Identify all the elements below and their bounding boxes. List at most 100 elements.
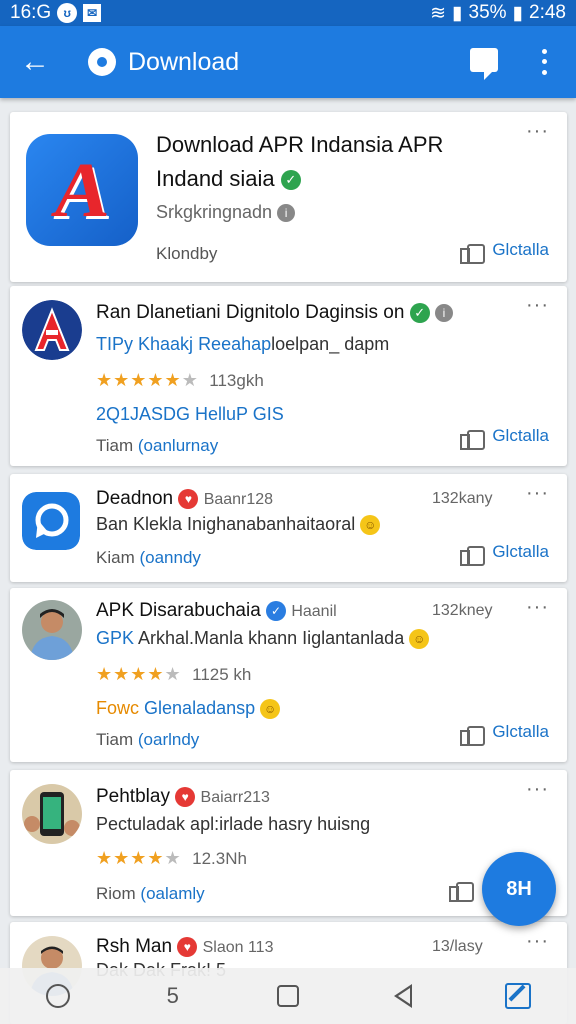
status-time-right: 2:48 [529, 2, 566, 23]
post-footer-link[interactable]: (oanndy [139, 548, 200, 567]
rating-count: 113gkh [209, 371, 264, 390]
post-meta: Baiarr213 [200, 789, 270, 806]
post-time: 13/lasy [432, 938, 483, 955]
post-link[interactable]: Glenaladansp [144, 698, 255, 718]
info-icon: i [434, 303, 453, 322]
post-card[interactable]: ··· Deadnon ♥ Baanr128 132kany Ban Klekl… [10, 474, 567, 582]
avatar [22, 784, 82, 844]
status-bar: 16:G ʊ ✉ ≋ ▮ 35% ▮ 2:48 [0, 0, 576, 26]
hero-title-line1: Download APR Indansia APR [156, 132, 444, 157]
back-triangle-icon [394, 984, 413, 1008]
post-body: Pectuladak apl:irlade hasry huisng [96, 814, 371, 834]
like-button[interactable]: Glctalla [460, 426, 549, 450]
chat-bubble-icon [45, 984, 70, 1008]
bottom-nav-bar: 5 [0, 968, 576, 1024]
nav-recents-button[interactable] [258, 976, 318, 1016]
avatar [22, 600, 82, 660]
hero-title-line2: Indand siaia [156, 166, 275, 191]
nav-edit-button[interactable] [488, 976, 548, 1016]
edit-icon [505, 983, 532, 1009]
card-menu-icon[interactable]: ··· [526, 295, 549, 315]
smile-emoji-icon: ☺ [260, 699, 281, 720]
wifi-icon: ≋ [430, 2, 447, 24]
thumbs-up-icon [460, 240, 486, 264]
smile-emoji-icon: ☺ [409, 629, 430, 650]
post-footer-label: Kiam [96, 548, 135, 567]
post-footer-link[interactable]: (oanlurnay [138, 436, 218, 455]
like-label: Glctalla [492, 722, 549, 741]
thumbs-up-icon [449, 878, 474, 902]
heart-badge-icon: ♥ [177, 936, 198, 957]
heart-badge-icon: ♥ [178, 488, 199, 509]
post-card[interactable]: ··· Ran Dlanetiani Dignitolo Daginsis on… [10, 286, 567, 466]
star-rating: ★★★★★★ [96, 370, 199, 390]
status-time-left: 16:G [10, 2, 52, 23]
thumbs-up-icon [460, 426, 486, 450]
post-footer-label: Riom [96, 884, 136, 903]
app-logo: A [26, 134, 138, 246]
post-title: Rsh Man [96, 936, 173, 957]
compose-fab-button[interactable]: 8H [482, 852, 556, 926]
hero-footer: Klondby [156, 244, 218, 263]
like-button[interactable] [449, 878, 474, 902]
post-body: Arkhal.Manla khann Iiglantanlada [138, 628, 405, 648]
post-tag[interactable]: TIPy Khaakj [96, 334, 193, 354]
post-card[interactable]: ··· APK Disarabuchaia ✓ Haanil 132kney G… [10, 588, 567, 762]
thumbs-up-icon [460, 722, 486, 746]
post-footer-link[interactable]: (oarlndy [138, 730, 199, 749]
back-arrow-icon[interactable]: ← [0, 26, 70, 98]
avatar [22, 492, 80, 550]
star-rating: ★★★★★ [96, 848, 182, 868]
nav-back-button[interactable] [373, 976, 433, 1016]
app-bar: ← Download [0, 26, 576, 98]
verified-check-icon: ✓ [409, 302, 430, 323]
verified-check-icon: ✓ [280, 170, 301, 191]
card-menu-icon[interactable]: ··· [526, 483, 549, 503]
avatar [22, 300, 82, 360]
battery-icon: ▮ [512, 2, 524, 24]
notification-icon: ʊ [57, 3, 78, 23]
like-button[interactable]: Glctalla [460, 542, 549, 566]
card-menu-icon[interactable]: ··· [526, 597, 549, 617]
card-menu-icon[interactable]: ··· [526, 121, 549, 141]
app-notification-icon: ✉ [83, 4, 102, 22]
post-title: Deadnon [96, 488, 174, 509]
post-subtitle: loelpan_ dapm [271, 334, 390, 354]
heart-badge-icon: ♥ [175, 786, 196, 807]
post-title: Pehtblay [96, 786, 170, 807]
rating-count: 12.3Nh [192, 849, 247, 868]
like-button[interactable]: Glctalla [460, 240, 549, 264]
chat-icon[interactable] [470, 48, 498, 80]
post-footer-link[interactable]: (oalamly [140, 884, 204, 903]
like-button[interactable]: Glctalla [460, 722, 549, 746]
smile-emoji-icon: ☺ [360, 515, 381, 536]
nav-chat-button[interactable] [28, 976, 88, 1016]
signal-icon: ▮ [452, 2, 463, 24]
post-tag-orange[interactable]: Fowc [96, 698, 139, 718]
post-footer-label: Tiam [96, 436, 134, 455]
nav-count[interactable]: 5 [143, 976, 203, 1016]
cloud-icon [88, 48, 116, 76]
card-menu-icon[interactable]: ··· [526, 779, 549, 799]
post-title: Ran Dlanetiani Dignitolo Daginsis on [96, 302, 405, 323]
card-menu-icon[interactable]: ··· [526, 931, 549, 951]
post-tag-2[interactable]: Reeahap [198, 334, 271, 354]
hero-card[interactable]: A ··· Download APR Indansia APR Indand s… [10, 112, 567, 282]
more-options-icon[interactable] [532, 46, 556, 78]
post-meta: Slaon 113 [202, 939, 274, 956]
thumbs-up-icon [460, 542, 486, 566]
post-footer-label: Tiam [96, 730, 134, 749]
post-meta: Baanr128 [203, 491, 274, 508]
post-time: 132kany [432, 490, 493, 507]
recents-square-icon [276, 985, 299, 1007]
post-body: Ban Klekla Inighanabanhaitaoral [96, 514, 356, 534]
page-title: Download [128, 47, 240, 76]
post-tag[interactable]: GPK [96, 628, 134, 648]
like-label: Glctalla [492, 240, 549, 259]
star-rating: ★★★★★ [96, 664, 182, 684]
hero-developer: Srkgkringnadn [156, 202, 273, 222]
battery-percent: 35% [468, 2, 507, 23]
verified-badge-icon: ✓ [266, 600, 287, 621]
post-link[interactable]: 2Q1JASDG HelluP GIS [96, 404, 284, 425]
post-time: 132kney [432, 602, 493, 619]
